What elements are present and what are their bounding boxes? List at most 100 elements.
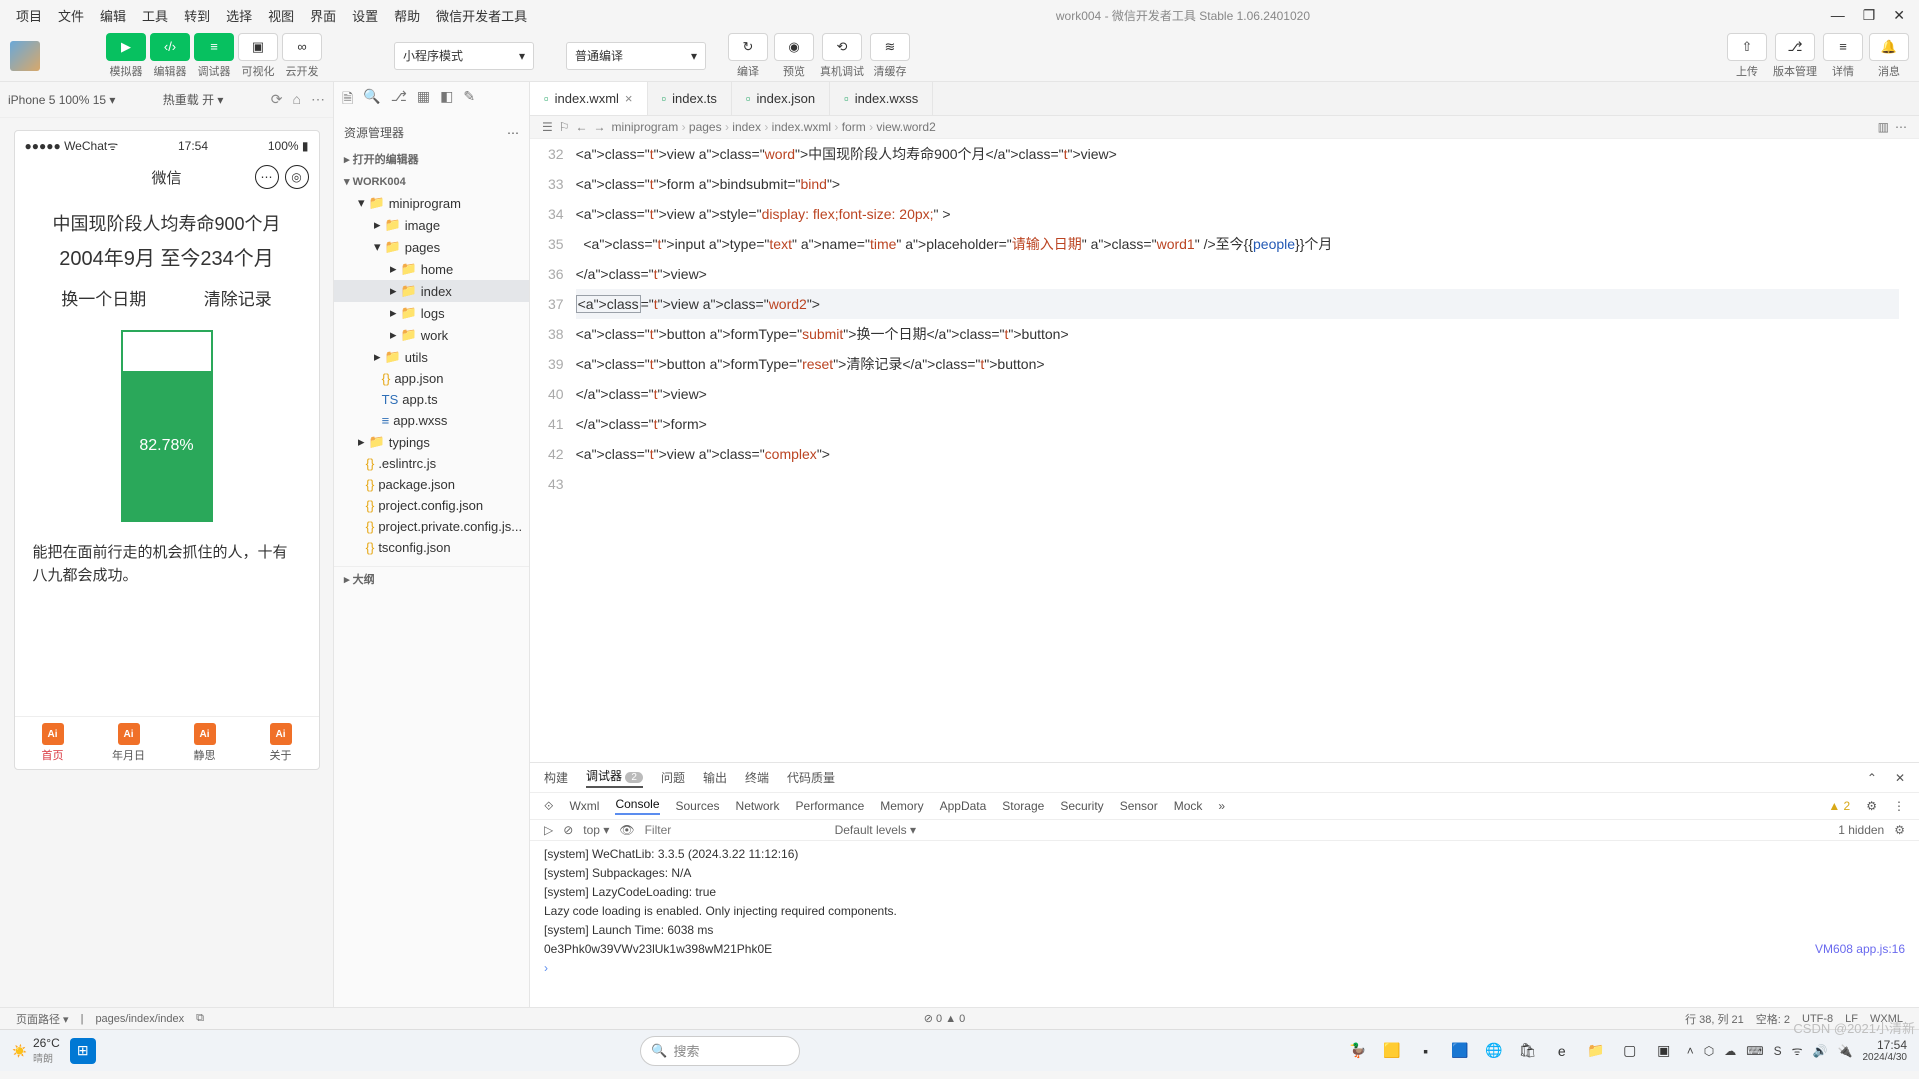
- tree-node-work[interactable]: ▸ 📁 work: [334, 324, 529, 346]
- menu-edit[interactable]: 编辑: [92, 6, 134, 25]
- tab-home[interactable]: Ai首页: [15, 717, 91, 769]
- app-4[interactable]: 🟦: [1447, 1038, 1473, 1064]
- tree-node-pages[interactable]: ▾ 📁 pages: [334, 236, 529, 258]
- clear-record-button[interactable]: 清除记录: [204, 285, 272, 310]
- files-icon[interactable]: 🗎: [342, 88, 353, 112]
- capsule-menu-icon[interactable]: ⋯: [255, 165, 279, 189]
- app-edge[interactable]: 🌐: [1481, 1038, 1507, 1064]
- tray-icon-3[interactable]: S: [1774, 1044, 1782, 1058]
- device-selector[interactable]: iPhone 5 100% 15 ▾: [8, 93, 115, 107]
- menu-ui[interactable]: 界面: [302, 6, 344, 25]
- devtab-more-icon[interactable]: »: [1218, 799, 1225, 813]
- warning-count[interactable]: ▲ 2: [1828, 799, 1850, 813]
- app-ie[interactable]: e: [1549, 1038, 1575, 1064]
- app-wechat[interactable]: ▣: [1651, 1038, 1677, 1064]
- btab-build[interactable]: 构建: [544, 769, 568, 786]
- btab-problems[interactable]: 问题: [661, 769, 685, 786]
- cloud-button[interactable]: ∞: [282, 33, 322, 61]
- taskbar-search[interactable]: 🔍 搜索: [640, 1036, 800, 1066]
- detail-button[interactable]: ≡: [1823, 33, 1863, 61]
- version-button[interactable]: ⎇: [1775, 33, 1815, 61]
- mode-dropdown[interactable]: 小程序模式▾: [394, 42, 534, 70]
- btab-debugger[interactable]: 调试器 2: [586, 767, 643, 788]
- avatar[interactable]: [10, 41, 40, 71]
- start-button[interactable]: ⊞: [70, 1038, 96, 1064]
- tab-about[interactable]: Ai关于: [243, 717, 319, 769]
- visual-button[interactable]: ▣: [238, 33, 278, 61]
- ext-icon[interactable]: ▦: [417, 88, 430, 112]
- devtab-console[interactable]: Console: [615, 797, 659, 815]
- hot-reload-toggle[interactable]: 热重载 开 ▾: [163, 91, 224, 108]
- capsule-close-icon[interactable]: ◎: [285, 165, 309, 189]
- page-path-dropdown[interactable]: 页面路径 ▾: [16, 1011, 69, 1027]
- search-icon[interactable]: 🔍: [363, 88, 380, 112]
- menu-tool[interactable]: 工具: [134, 6, 176, 25]
- tree-node-logs[interactable]: ▸ 📁 logs: [334, 302, 529, 324]
- tree-node-miniprogram[interactable]: ▾ 📁 miniprogram: [334, 192, 529, 214]
- menu-help[interactable]: 帮助: [386, 6, 428, 25]
- stop-icon[interactable]: ⊘: [563, 823, 573, 837]
- cursor-position[interactable]: 行 38, 列 21: [1685, 1011, 1744, 1027]
- tab-think[interactable]: Ai静思: [167, 717, 243, 769]
- menu-project[interactable]: 项目: [8, 6, 50, 25]
- app-explorer[interactable]: 📁: [1583, 1038, 1609, 1064]
- breadcrumb[interactable]: ☰ ⚐ ← → miniprogram › pages › index › in…: [530, 116, 1919, 139]
- menu-file[interactable]: 文件: [50, 6, 92, 25]
- editor-tab-index.wxss[interactable]: ▫index.wxss: [830, 82, 933, 115]
- outline-section[interactable]: ▸ 大纲: [334, 566, 529, 591]
- preview-button[interactable]: ◉: [774, 33, 814, 61]
- tray-wifi-icon[interactable]: ᯤ: [1792, 1042, 1803, 1059]
- opened-editors-section[interactable]: ▸ 打开的编辑器: [334, 147, 529, 171]
- tray-time[interactable]: 17:54: [1863, 1038, 1908, 1052]
- editor-more-icon[interactable]: ⋯: [1895, 120, 1907, 134]
- debugger-button[interactable]: ≡: [194, 33, 234, 61]
- app-3[interactable]: ▪: [1413, 1038, 1439, 1064]
- project-section[interactable]: ▾ WORK004: [334, 171, 529, 192]
- panel-close-icon[interactable]: ✕: [1895, 771, 1905, 785]
- gear-icon[interactable]: ⚙: [1866, 799, 1877, 813]
- tree-node-tsconfig.json[interactable]: {} tsconfig.json: [334, 537, 529, 558]
- copy-icon[interactable]: ⧉: [196, 1012, 204, 1025]
- cube-icon[interactable]: ◧: [440, 88, 453, 112]
- tree-node-home[interactable]: ▸ 📁 home: [334, 258, 529, 280]
- app-term[interactable]: ▢: [1617, 1038, 1643, 1064]
- devtab-network[interactable]: Network: [736, 799, 780, 813]
- more-icon[interactable]: ⋯: [311, 91, 325, 108]
- crumb-list-icon[interactable]: ☰: [542, 120, 553, 134]
- menu-goto[interactable]: 转到: [176, 6, 218, 25]
- message-button[interactable]: 🔔: [1869, 33, 1909, 61]
- level-dropdown[interactable]: Default levels ▾: [835, 823, 916, 837]
- error-count[interactable]: ⊘ 0 ▲ 0: [924, 1012, 966, 1025]
- devtab-security[interactable]: Security: [1060, 799, 1103, 813]
- console-gear-icon[interactable]: ⚙: [1894, 823, 1905, 837]
- weather-widget[interactable]: ☀️26°C晴朗: [12, 1036, 60, 1065]
- app-2[interactable]: 🟨: [1379, 1038, 1405, 1064]
- panel-up-icon[interactable]: ⌃: [1867, 771, 1877, 785]
- tree-node-project.config.json[interactable]: {} project.config.json: [334, 495, 529, 516]
- indent-info[interactable]: 空格: 2: [1756, 1011, 1790, 1027]
- explorer-more-icon[interactable]: ⋯: [507, 126, 519, 140]
- menu-settings[interactable]: 设置: [344, 6, 386, 25]
- tray-icon-1[interactable]: ⬡: [1704, 1044, 1714, 1058]
- tree-node-project.private.config.js...[interactable]: {} project.private.config.js...: [334, 516, 529, 537]
- tray-icon-2[interactable]: ⌨: [1746, 1044, 1763, 1058]
- tree-node-utils[interactable]: ▸ 📁 utils: [334, 346, 529, 368]
- menu-devtools[interactable]: 微信开发者工具: [428, 6, 535, 25]
- devtab-memory[interactable]: Memory: [880, 799, 923, 813]
- devtab-mock[interactable]: Mock: [1174, 799, 1203, 813]
- editor-tab-index.json[interactable]: ▫index.json: [732, 82, 830, 115]
- close-icon[interactable]: ✕: [1893, 7, 1905, 24]
- refresh-icon[interactable]: ⟳: [271, 91, 283, 108]
- eye-icon[interactable]: 👁: [619, 823, 634, 837]
- inspect-icon[interactable]: ⟐: [544, 799, 553, 814]
- app-1[interactable]: 🦆: [1345, 1038, 1371, 1064]
- page-path[interactable]: pages/index/index: [95, 1013, 184, 1025]
- devtab-storage[interactable]: Storage: [1002, 799, 1044, 813]
- menu-select[interactable]: 选择: [218, 6, 260, 25]
- editor-tab-index.wxml[interactable]: ▫index.wxml ×: [530, 82, 648, 115]
- tree-node-.eslintrc.js[interactable]: {} .eslintrc.js: [334, 453, 529, 474]
- tree-node-app.json[interactable]: {} app.json: [334, 368, 529, 389]
- play-icon[interactable]: ▷: [544, 823, 553, 837]
- kebab-icon[interactable]: ⋮: [1893, 799, 1905, 813]
- devtab-wxml[interactable]: Wxml: [569, 799, 599, 813]
